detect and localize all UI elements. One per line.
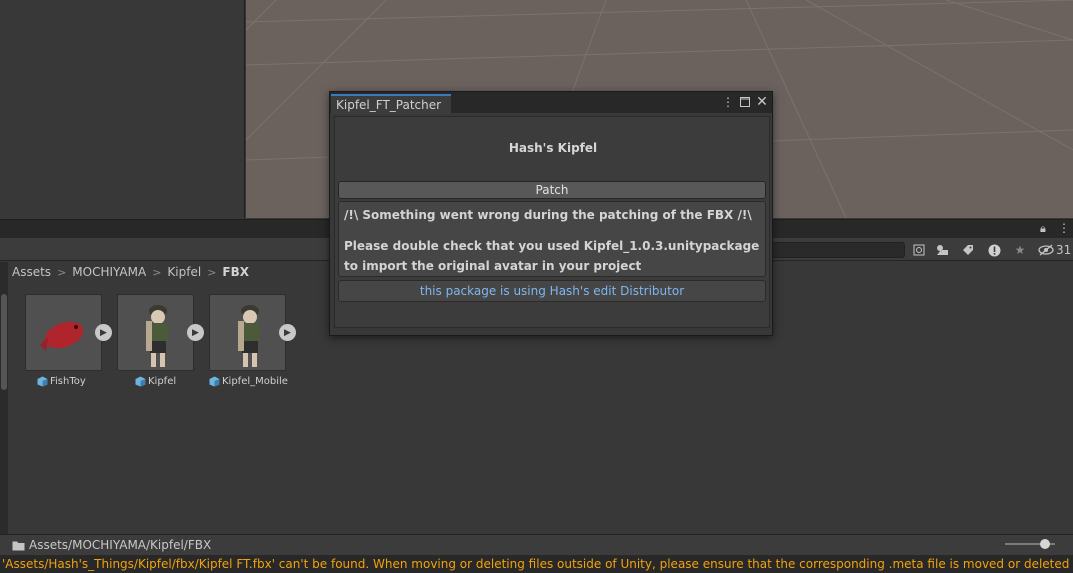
- prefab-icon: [37, 376, 48, 386]
- kebab-menu-icon[interactable]: ⋮: [1058, 221, 1070, 235]
- prefab-icon: [209, 376, 220, 386]
- lock-icon[interactable]: 🔒︎: [1040, 222, 1046, 236]
- selected-path: Assets/MOCHIYAMA/Kipfel/FBX: [12, 538, 211, 552]
- maximize-icon[interactable]: [737, 94, 753, 110]
- warning-filter-icon[interactable]: [984, 241, 1004, 259]
- search-by-label-icon[interactable]: [932, 241, 952, 259]
- window-heading: Hash's Kipfel: [508, 141, 598, 155]
- asset-item-fishtoy[interactable]: ▶ FishToy: [25, 294, 125, 394]
- hierarchy-panel: [0, 0, 245, 218]
- search-input[interactable]: [770, 242, 905, 258]
- prefab-icon: [135, 376, 146, 386]
- breadcrumb: Assets > MOCHIYAMA > Kipfel > FBX: [12, 263, 249, 281]
- hidden-packages-icon: [1038, 244, 1054, 256]
- breadcrumb-separator: >: [57, 265, 67, 279]
- asset-label: FishToy: [37, 374, 86, 388]
- asset-thumbnail: [117, 294, 194, 371]
- asset-thumbnail: [209, 294, 286, 371]
- window-content: Hash's Kipfel Patch /!\ Something went w…: [334, 116, 770, 328]
- asset-thumbnail: [25, 294, 102, 371]
- status-message: 'Assets/Hash's_Things/Kipfel/fbx/Kipfel …: [2, 557, 1073, 571]
- favorite-icon[interactable]: ★: [1010, 241, 1030, 259]
- console-status-bar[interactable]: 'Assets/Hash's_Things/Kipfel/fbx/Kipfel …: [0, 555, 1073, 573]
- close-icon[interactable]: ✕: [754, 94, 770, 110]
- patcher-window: Kipfel_FT_Patcher ⋮ ✕ Hash's Kipfel Patc…: [329, 91, 773, 336]
- asset-item-kipfel[interactable]: ▶ Kipfel: [117, 294, 217, 394]
- window-menu-icon[interactable]: ⋮: [720, 94, 736, 110]
- folder-tree-scrollbar[interactable]: [0, 262, 8, 554]
- hint-message-line2: to import the original avatar in your pr…: [344, 259, 642, 273]
- breadcrumb-item-fbx[interactable]: FBX: [222, 265, 249, 279]
- tag-icon[interactable]: [958, 241, 978, 259]
- folder-icon: [12, 541, 25, 550]
- breadcrumb-item-kipfel[interactable]: Kipfel: [167, 265, 201, 279]
- asset-label: Kipfel: [135, 374, 176, 388]
- play-icon[interactable]: ▶: [279, 324, 296, 341]
- play-icon[interactable]: ▶: [187, 324, 204, 341]
- search-by-type-icon[interactable]: [909, 241, 929, 259]
- distributor-link[interactable]: this package is using Hash's edit Distri…: [338, 280, 766, 302]
- error-message: /!\ Something went wrong during the patc…: [344, 208, 752, 222]
- play-icon[interactable]: ▶: [95, 324, 112, 341]
- hidden-packages-toggle[interactable]: 31: [1038, 241, 1072, 259]
- breadcrumb-separator: >: [207, 265, 217, 279]
- patch-button[interactable]: Patch: [338, 181, 766, 199]
- breadcrumb-item-mochiyama[interactable]: MOCHIYAMA: [72, 265, 146, 279]
- tab-kipfel-ft-patcher[interactable]: Kipfel_FT_Patcher: [331, 94, 451, 114]
- asset-label: Kipfel_Mobile: [209, 374, 288, 388]
- breadcrumb-item-assets[interactable]: Assets: [12, 265, 51, 279]
- breadcrumb-separator: >: [152, 265, 162, 279]
- error-help-box: /!\ Something went wrong during the patc…: [338, 201, 766, 277]
- asset-item-kipfel-mobile[interactable]: ▶ Kipfel_Mobile: [209, 294, 309, 394]
- hidden-count-label: 31: [1056, 243, 1072, 257]
- hint-message-line1: Please double check that you used Kipfel…: [344, 239, 760, 253]
- zoom-slider-handle[interactable]: [1040, 539, 1050, 549]
